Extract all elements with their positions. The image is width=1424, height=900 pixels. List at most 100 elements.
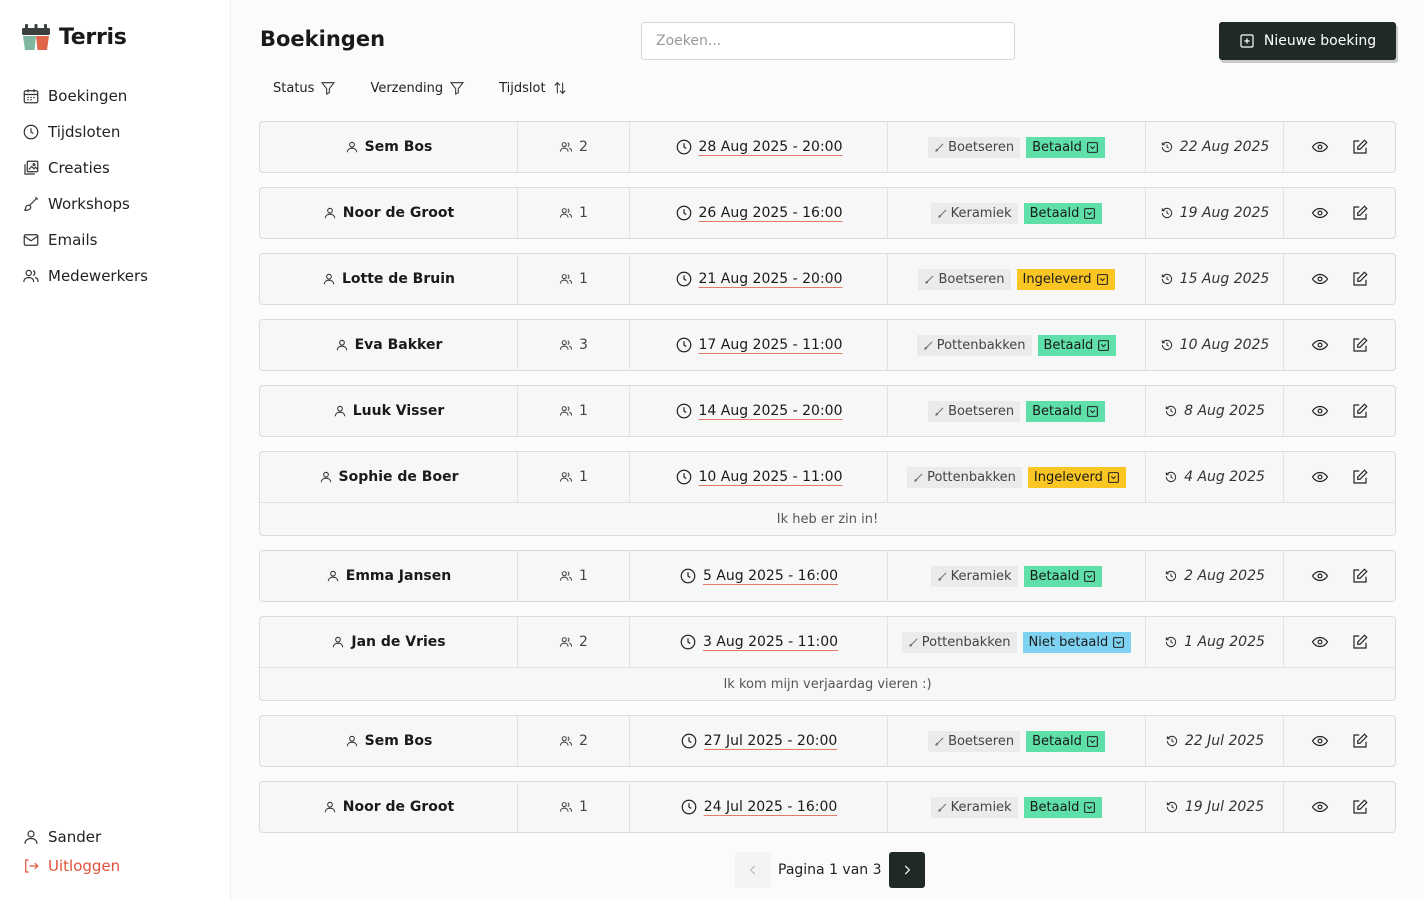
customer-name: Lotte de Bruin (342, 271, 455, 287)
workshop-tag: Keramiek (930, 565, 1018, 587)
actions-cell (1284, 188, 1395, 238)
workshop-cell: Boetseren Ingeleverd (888, 254, 1146, 304)
previous-page-button[interactable] (735, 852, 771, 888)
people-cell: 1 (518, 188, 630, 238)
edit-button[interactable] (1351, 633, 1369, 651)
status-badge[interactable]: Betaald (1023, 202, 1103, 224)
timeslot-link[interactable]: 24 Jul 2025 - 16:00 (704, 799, 838, 815)
workshop-tag: Keramiek (930, 796, 1018, 818)
sort-slot[interactable]: Tijdslot (499, 80, 567, 96)
status-badge[interactable]: Niet betaald (1022, 631, 1132, 653)
view-button[interactable] (1311, 798, 1329, 816)
booking-main: Sem Bos 2 27 Jul 2025 - 20:00 Boetseren Beta… (260, 716, 1395, 766)
eye-icon (1311, 801, 1328, 813)
people-count: 2 (579, 733, 588, 749)
edit-button[interactable] (1351, 402, 1369, 420)
timeslot-link[interactable]: 27 Jul 2025 - 20:00 (704, 733, 838, 749)
edit-button[interactable] (1351, 336, 1369, 354)
timeslot-link[interactable]: 14 Aug 2025 - 20:00 (699, 403, 843, 419)
actions-cell (1284, 551, 1395, 601)
logout-button[interactable]: Uitloggen (22, 857, 120, 875)
sidebar-item-tijdsloten[interactable]: Tijdsloten (22, 114, 148, 150)
timeslot-cell: 10 Aug 2025 - 11:00 (630, 452, 888, 502)
edit-button[interactable] (1351, 567, 1369, 585)
timeslot-cell: 3 Aug 2025 - 11:00 (630, 617, 888, 667)
timeslot-link[interactable]: 28 Aug 2025 - 20:00 (699, 139, 843, 155)
filter-status[interactable]: Status (273, 80, 336, 96)
workshop-cell: Pottenbakken Niet betaald (888, 617, 1146, 667)
clock-icon (681, 799, 697, 815)
logo[interactable]: Terris (22, 23, 127, 51)
group-icon (559, 274, 573, 284)
timeslot-link[interactable]: 21 Aug 2025 - 20:00 (699, 271, 843, 287)
view-button[interactable] (1311, 204, 1329, 222)
view-button[interactable] (1311, 138, 1329, 156)
actions-cell (1284, 320, 1395, 370)
new-booking-button[interactable]: Nieuwe boeking (1219, 22, 1396, 60)
timeslot-link[interactable]: 26 Aug 2025 - 16:00 (699, 205, 843, 221)
created-cell: 19 Aug 2025 (1146, 188, 1284, 238)
edit-button[interactable] (1351, 204, 1369, 222)
status-badge[interactable]: Betaald (1023, 565, 1103, 587)
view-button[interactable] (1311, 732, 1329, 750)
sidebar-item-creaties[interactable]: Creaties (22, 150, 148, 186)
status-badge[interactable]: Betaald (1023, 796, 1103, 818)
timeslot-link[interactable]: 10 Aug 2025 - 11:00 (699, 469, 843, 485)
created-date: 1 Aug 2025 (1184, 634, 1265, 650)
view-button[interactable] (1311, 468, 1329, 486)
workshop-tag: Pottenbakken (907, 466, 1022, 488)
view-button[interactable] (1311, 633, 1329, 651)
status-badge[interactable]: Ingeleverd (1027, 466, 1126, 488)
created-cell: 8 Aug 2025 (1146, 386, 1284, 436)
view-button[interactable] (1311, 402, 1329, 420)
status-badge[interactable]: Ingeleverd (1016, 268, 1115, 290)
dropdown-icon (1084, 801, 1096, 813)
edit-button[interactable] (1351, 468, 1369, 486)
timeslot-link[interactable]: 3 Aug 2025 - 11:00 (703, 634, 838, 650)
status-badge[interactable]: Betaald (1026, 136, 1105, 158)
sidebar-item-workshops[interactable]: Workshops (22, 186, 148, 222)
edit-button[interactable] (1351, 732, 1369, 750)
edit-button[interactable] (1351, 798, 1369, 816)
timeslot-cell: 14 Aug 2025 - 20:00 (630, 386, 888, 436)
view-button[interactable] (1311, 270, 1329, 288)
pagination: Pagina 1 van 3 (735, 852, 925, 888)
workshop-tag: Boetseren (928, 136, 1021, 158)
timeslot-link[interactable]: 5 Aug 2025 - 16:00 (703, 568, 838, 584)
brush-icon (937, 209, 947, 218)
customer-cell: Sem Bos (260, 122, 518, 172)
actions-cell (1284, 617, 1395, 667)
booking-note: Ik heb er zin in! (260, 502, 1395, 535)
brush-icon (937, 572, 947, 581)
group-icon (559, 208, 573, 218)
edit-button[interactable] (1351, 138, 1369, 156)
sidebar-item-emails[interactable]: Emails (22, 222, 148, 258)
edit-icon (1352, 799, 1368, 814)
edit-icon (1352, 634, 1368, 649)
dropdown-icon (1113, 636, 1125, 648)
filter-icon (321, 82, 336, 95)
status-badge[interactable]: Betaald (1037, 334, 1117, 356)
brush-icon (937, 803, 947, 812)
search-input[interactable] (641, 22, 1015, 60)
user-name: Sander (48, 828, 102, 846)
edit-button[interactable] (1351, 270, 1369, 288)
person-icon (336, 339, 347, 351)
view-button[interactable] (1311, 567, 1329, 585)
filter-shipping[interactable]: Verzending (370, 80, 465, 96)
view-button[interactable] (1311, 336, 1329, 354)
dropdown-icon (1084, 570, 1096, 582)
next-page-button[interactable] (888, 852, 925, 888)
brush-icon (925, 275, 934, 284)
clock-icon (676, 205, 691, 221)
created-date: 22 Jul 2025 (1184, 733, 1265, 749)
eye-icon (1311, 405, 1328, 417)
status-badge[interactable]: Betaald (1026, 730, 1105, 752)
sidebar-item-label: Emails (48, 231, 98, 249)
status-badge[interactable]: Betaald (1026, 400, 1105, 422)
sidebar-item-medewerkers[interactable]: Medewerkers (22, 258, 148, 294)
timeslot-link[interactable]: 17 Aug 2025 - 11:00 (699, 337, 843, 353)
person-icon (333, 636, 344, 648)
sidebar-item-boekingen[interactable]: Boekingen (22, 78, 148, 114)
created-cell: 10 Aug 2025 (1146, 320, 1284, 370)
